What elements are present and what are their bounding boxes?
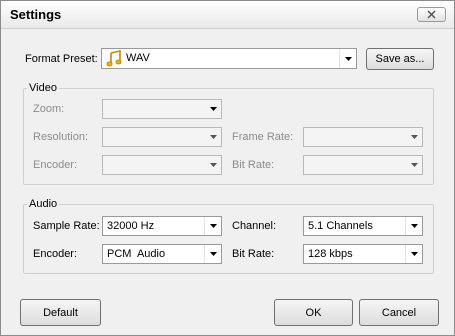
title-bar: Settings bbox=[1, 1, 454, 29]
zoom-select[interactable] bbox=[102, 99, 222, 119]
format-preset-value: WAV bbox=[126, 52, 150, 64]
audio-bit-rate-value: 128 kbps bbox=[308, 248, 353, 260]
chevron-down-icon bbox=[405, 128, 422, 146]
default-label: Default bbox=[43, 306, 78, 319]
settings-dialog: Settings Format Preset: WAV Save as... V… bbox=[0, 0, 455, 336]
audio-encoder-value: PCM Audio bbox=[107, 248, 166, 260]
sample-rate-label: Sample Rate: bbox=[33, 220, 100, 232]
chevron-down-icon bbox=[405, 245, 422, 263]
chevron-down-icon bbox=[204, 245, 221, 263]
chevron-down-icon bbox=[339, 49, 356, 68]
video-encoder-select[interactable] bbox=[102, 155, 222, 175]
save-as-button[interactable]: Save as... bbox=[366, 48, 434, 70]
audio-bit-rate-label: Bit Rate: bbox=[232, 248, 275, 260]
cancel-button[interactable]: Cancel bbox=[359, 299, 439, 326]
chevron-down-icon bbox=[405, 156, 422, 174]
video-bit-rate-select[interactable] bbox=[303, 155, 423, 175]
audio-encoder-label: Encoder: bbox=[33, 248, 78, 260]
channel-label: Channel: bbox=[232, 220, 277, 232]
frame-rate-label: Frame Rate: bbox=[232, 131, 294, 143]
chevron-down-icon bbox=[204, 217, 221, 235]
sample-rate-value: 32000 Hz bbox=[107, 220, 155, 232]
frame-rate-select[interactable] bbox=[303, 127, 423, 147]
video-bit-rate-label: Bit Rate: bbox=[232, 159, 275, 171]
dialog-title: Settings bbox=[10, 7, 62, 22]
ok-button[interactable]: OK bbox=[274, 299, 353, 326]
close-icon bbox=[427, 10, 436, 19]
video-group-title: Video bbox=[27, 82, 59, 94]
sample-rate-select[interactable]: 32000 Hz bbox=[102, 216, 222, 236]
format-preset-label: Format Preset: bbox=[25, 53, 98, 65]
music-note-icon bbox=[106, 50, 122, 67]
zoom-label: Zoom: bbox=[33, 103, 65, 115]
audio-group-title: Audio bbox=[27, 198, 60, 210]
cancel-label: Cancel bbox=[381, 306, 417, 319]
chevron-down-icon bbox=[204, 100, 221, 118]
format-preset-select[interactable]: WAV bbox=[101, 48, 357, 69]
default-button[interactable]: Default bbox=[20, 299, 101, 326]
chevron-down-icon bbox=[204, 156, 221, 174]
channel-select[interactable]: 5.1 Channels bbox=[303, 216, 423, 236]
save-as-label: Save as... bbox=[375, 53, 425, 65]
chevron-down-icon bbox=[405, 217, 422, 235]
video-encoder-label: Encoder: bbox=[33, 159, 78, 171]
chevron-down-icon bbox=[204, 128, 221, 146]
resolution-label: Resolution: bbox=[33, 131, 89, 143]
ok-label: OK bbox=[305, 306, 322, 319]
audio-bit-rate-select[interactable]: 128 kbps bbox=[303, 244, 423, 264]
resolution-select[interactable] bbox=[102, 127, 222, 147]
audio-encoder-select[interactable]: PCM Audio bbox=[102, 244, 222, 264]
close-button[interactable] bbox=[417, 7, 446, 22]
channel-value: 5.1 Channels bbox=[308, 220, 373, 232]
